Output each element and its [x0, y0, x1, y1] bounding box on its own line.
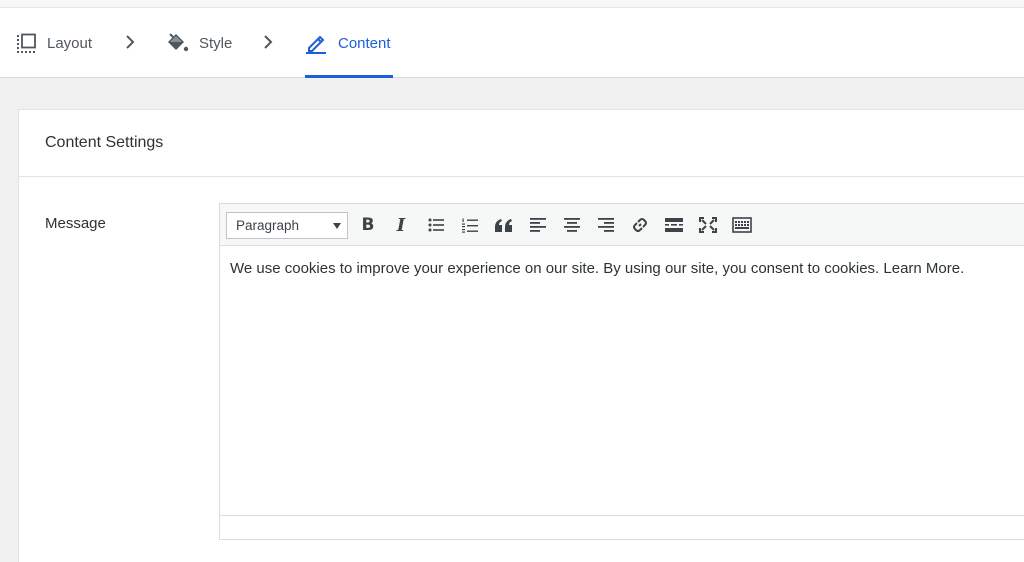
format-select[interactable]: Paragraph	[226, 212, 348, 239]
editor-toolbar: Paragraph B I	[220, 204, 1024, 246]
chevron-down-icon	[333, 223, 341, 229]
pencil-icon	[305, 32, 327, 54]
blockquote-button[interactable]	[493, 214, 515, 236]
fullscreen-icon	[699, 217, 717, 233]
link-icon	[633, 218, 647, 232]
numbered-list-button[interactable]	[459, 214, 481, 236]
step-content[interactable]: Content	[305, 8, 393, 78]
align-left-button[interactable]	[527, 214, 549, 236]
numbered-list-icon	[462, 218, 478, 233]
fullscreen-button[interactable]	[697, 214, 719, 236]
italic-button[interactable]: I	[390, 214, 412, 236]
italic-icon: I	[396, 214, 406, 236]
step-content-label: Content	[338, 34, 391, 52]
align-right-button[interactable]	[595, 214, 617, 236]
message-field-label: Message	[45, 215, 106, 232]
step-style-label: Style	[199, 34, 233, 52]
message-editor: Paragraph B I We use cookies to improve …	[219, 203, 1024, 540]
step-layout-label: Layout	[47, 34, 93, 52]
bold-button[interactable]: B	[357, 214, 379, 236]
bullet-list-button[interactable]	[425, 214, 447, 236]
editor-statusbar	[220, 515, 1024, 539]
panel-header: Content Settings	[19, 110, 1024, 177]
active-step-indicator	[305, 75, 393, 78]
step-navigation: Layout Style Content	[0, 8, 1024, 78]
step-layout[interactable]: Layout	[16, 8, 92, 78]
bold-icon: B	[361, 215, 375, 235]
chevron-right-icon	[124, 34, 136, 55]
link-button[interactable]	[629, 214, 651, 236]
align-center-button[interactable]	[561, 214, 583, 236]
step-style[interactable]: Style	[165, 8, 232, 78]
bullet-list-icon	[428, 218, 444, 232]
align-center-icon	[564, 218, 580, 232]
align-right-icon	[598, 218, 614, 232]
top-bar	[0, 0, 1024, 8]
chevron-right-icon	[262, 34, 274, 55]
read-more-button[interactable]	[663, 214, 685, 236]
editor-content[interactable]: We use cookies to improve your experienc…	[230, 260, 964, 277]
paint-bucket-icon	[165, 32, 189, 54]
read-more-icon	[665, 218, 683, 232]
content-settings-panel: Content Settings Message Paragraph B I W…	[18, 109, 1024, 562]
format-select-value: Paragraph	[236, 218, 300, 233]
layout-icon	[16, 33, 37, 54]
toolbar-toggle-button[interactable]	[731, 214, 753, 236]
blockquote-icon	[495, 218, 512, 232]
align-left-icon	[530, 218, 546, 232]
panel-title: Content Settings	[45, 134, 164, 151]
toolbar-toggle-icon	[732, 217, 752, 233]
